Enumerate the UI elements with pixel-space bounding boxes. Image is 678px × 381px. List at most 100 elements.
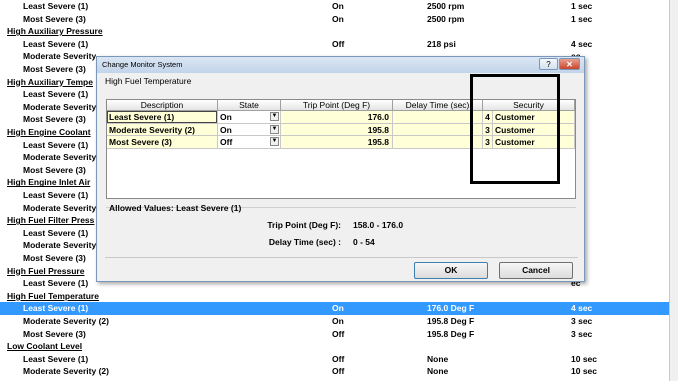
monitor-time: 1 sec: [571, 13, 593, 24]
monitor-name: Low Coolant Level: [7, 341, 83, 352]
state-select[interactable]: On ▼: [218, 123, 281, 136]
trip-point-cell-text: 176.0: [367, 112, 389, 122]
allowed-values-title: Allowed Values: Least Severe (1): [109, 203, 242, 213]
monitor-value: 195.8 Deg F: [427, 328, 475, 339]
monitor-row[interactable]: Most Severe (3) Off 195.8 Deg F 3 sec: [0, 328, 669, 341]
chevron-down-icon[interactable]: ▼: [270, 112, 279, 121]
dialog-title: Change Monitor System: [102, 60, 183, 69]
monitor-name: High Fuel Pressure: [7, 265, 85, 276]
monitor-name: High Auxiliary Pressure: [7, 26, 103, 37]
monitor-value: 195.8 Deg F: [427, 316, 475, 326]
monitor-value: None: [427, 366, 449, 377]
monitor-group-header[interactable]: High Fuel Temperature: [0, 290, 669, 303]
monitor-state: Off: [332, 353, 345, 364]
state-select[interactable]: On ▼: [218, 111, 281, 124]
monitor-name: High Engine Coolant: [7, 127, 91, 137]
dialog-header: High Fuel Temperature: [105, 76, 192, 86]
monitor-name: Most Severe (3): [23, 328, 86, 339]
monitor-row[interactable]: Least Severe (1) On 176.0 Deg F 4 sec: [0, 302, 669, 315]
state-select-text: On: [220, 112, 232, 122]
monitor-row[interactable]: Most Severe (3) On 2500 rpm 1 sec: [0, 13, 669, 26]
monitor-name: Least Severe (1): [23, 190, 89, 200]
trip-point-cell-text: 195.8: [367, 124, 389, 135]
monitor-value: 176.0 Deg F: [427, 303, 475, 314]
monitor-name: Moderate Severity (2): [23, 316, 109, 326]
monitor-row[interactable]: Least Severe (1) On 2500 rpm 1 sec: [0, 0, 669, 13]
monitor-name: Least Severe (1): [23, 353, 89, 364]
description-cell-text: Most Severe (3): [109, 137, 172, 147]
state-select-text: Off: [220, 137, 233, 147]
monitor-state: On: [332, 13, 344, 24]
description-cell-text: Moderate Severity (2): [109, 124, 195, 135]
monitor-name: Most Severe (3): [23, 253, 86, 263]
monitor-state: Off: [332, 328, 345, 339]
trip-point-cell[interactable]: 195.8: [281, 136, 393, 149]
monitor-state: On: [332, 316, 344, 326]
monitor-name: Moderate Severity: [23, 240, 97, 251]
description-cell[interactable]: Most Severe (3): [107, 136, 218, 149]
description-cell[interactable]: Least Severe (1): [107, 111, 218, 124]
monitor-state: On: [332, 1, 344, 11]
state-select[interactable]: Off ▼: [218, 136, 281, 149]
trip-point-cell-text: 195.8: [367, 137, 389, 147]
column-header-trip-point[interactable]: Trip Point (Deg F): [281, 100, 393, 111]
monitor-time: 3 sec: [571, 328, 593, 339]
trip-point-cell[interactable]: 195.8: [281, 123, 393, 136]
monitor-name: High Auxiliary Tempe: [7, 76, 93, 87]
cancel-button[interactable]: Cancel: [499, 262, 573, 279]
monitor-name: High Fuel Temperature: [7, 290, 99, 301]
monitor-row[interactable]: Least Severe (1) Off 218 psi 4 sec: [0, 38, 669, 51]
monitor-name: Moderate Severity: [23, 101, 97, 112]
monitor-name: Most Severe (3): [23, 114, 86, 125]
monitor-row[interactable]: Least Severe (1) Off None 10 sec: [0, 353, 669, 366]
state-select-text: On: [220, 124, 232, 135]
monitor-name: Moderate Severity (2): [23, 366, 109, 377]
monitor-name: Moderate Severity: [23, 51, 97, 62]
monitor-name: Least Severe (1): [23, 1, 89, 11]
monitor-time: 4 sec: [571, 303, 593, 314]
monitor-name: Least Severe (1): [23, 278, 89, 289]
monitor-name: High Engine Inlet Air: [7, 177, 91, 188]
monitor-row[interactable]: Moderate Severity (2) On 195.8 Deg F 3 sec: [0, 315, 669, 328]
monitor-time: 4 sec: [571, 38, 593, 49]
monitor-name: Moderate Severity: [23, 202, 97, 213]
column-header-description[interactable]: Description: [107, 100, 218, 111]
help-button[interactable]: ?: [539, 58, 558, 70]
monitor-name: Most Severe (3): [23, 64, 86, 74]
monitor-value: None: [427, 353, 449, 364]
monitor-time: 10 sec: [571, 366, 597, 377]
monitor-row[interactable]: Moderate Severity (2) Off None 10 sec: [0, 365, 669, 378]
delay-time-range: 0 - 54: [353, 237, 375, 247]
trip-point-label: Trip Point (Deg F):: [267, 220, 341, 230]
security-highlight-box: [470, 74, 560, 184]
monitor-time: 1 sec: [571, 1, 593, 11]
monitor-value: 218 psi: [427, 38, 456, 49]
chevron-down-icon[interactable]: ▼: [270, 137, 279, 146]
monitor-state: Off: [332, 366, 345, 377]
column-header-state[interactable]: State: [218, 100, 281, 111]
ok-button[interactable]: OK: [414, 262, 488, 279]
monitor-state: On: [332, 303, 344, 314]
monitor-group-header[interactable]: High Auxiliary Pressure: [0, 25, 669, 38]
dialog-titlebar[interactable]: Change Monitor System ? ✕: [97, 57, 584, 73]
monitor-time: 10 sec: [571, 353, 597, 364]
description-cell[interactable]: Moderate Severity (2): [107, 123, 218, 136]
chevron-down-icon[interactable]: ▼: [270, 124, 279, 134]
delay-time-label: Delay Time (sec) :: [268, 237, 341, 247]
monitor-name: Least Severe (1): [23, 89, 89, 100]
monitor-name: High Fuel Filter Press: [7, 215, 95, 226]
monitor-name: Most Severe (3): [23, 13, 86, 24]
monitor-group-header[interactable]: Low Coolant Level: [0, 340, 669, 353]
monitor-name: Least Severe (1): [23, 38, 89, 49]
monitor-name: Moderate Severity: [23, 152, 97, 163]
monitor-state: Off: [332, 38, 345, 49]
close-button[interactable]: ✕: [559, 58, 580, 70]
vertical-scrollbar[interactable]: [669, 0, 678, 381]
focus-outline: [107, 111, 217, 123]
monitor-name: Least Severe (1): [23, 303, 89, 314]
monitor-value: 2500 rpm: [427, 13, 465, 24]
trip-point-range: 158.0 - 176.0: [353, 220, 404, 230]
monitor-name: Most Severe (3): [23, 164, 86, 175]
monitor-name: Least Severe (1): [23, 227, 89, 238]
trip-point-cell[interactable]: 176.0: [281, 111, 393, 124]
